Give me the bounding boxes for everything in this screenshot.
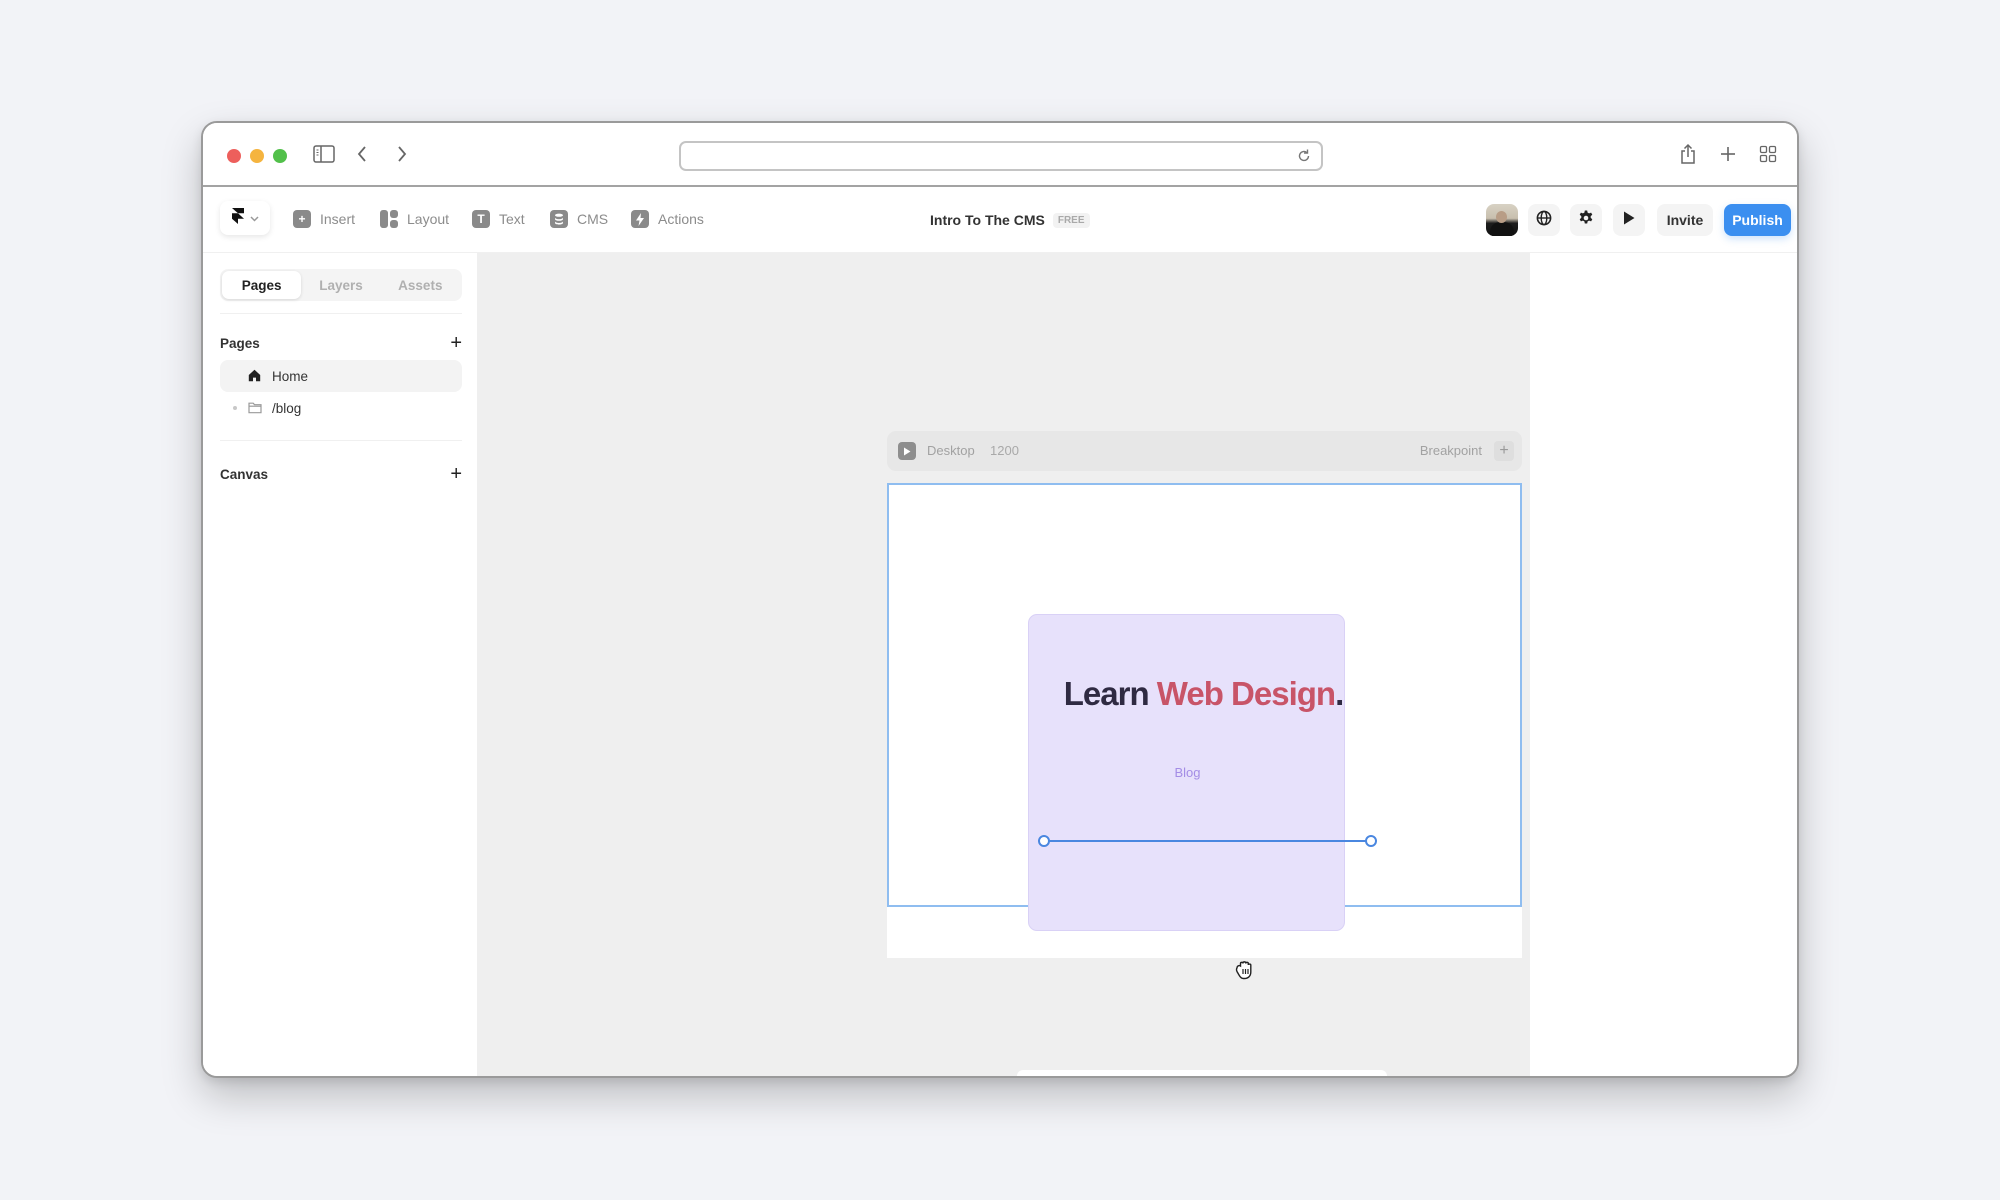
text-label: Text — [499, 211, 525, 227]
tab-assets[interactable]: Assets — [381, 271, 460, 299]
actions-label: Actions — [658, 211, 704, 227]
page-label: /blog — [272, 400, 302, 416]
project-name: Intro To The CMS — [930, 212, 1045, 228]
resize-handle-right[interactable] — [1365, 835, 1377, 847]
database-icon — [550, 210, 568, 228]
framer-logo-icon — [231, 207, 244, 229]
project-title[interactable]: Intro To The CMS FREE — [930, 212, 1090, 228]
layout-label: Layout — [407, 211, 450, 227]
sidebar-toggle-icon[interactable] — [309, 139, 339, 169]
plus-square-icon: + — [293, 210, 311, 228]
add-breakpoint-label[interactable]: Breakpoint — [1420, 443, 1482, 458]
canvas-section-title: Canvas — [220, 466, 269, 482]
preview-button[interactable] — [1613, 204, 1645, 236]
minimize-window-button[interactable] — [250, 149, 264, 163]
left-sidebar: Pages Layers Assets Pages + Home /blog C… — [203, 253, 477, 1076]
hero-headline[interactable]: Learn Web Design. — [1029, 675, 1346, 713]
design-canvas[interactable]: Desktop 1200 Breakpoint + Learn Web Desi… — [477, 253, 1530, 1076]
publish-button[interactable]: Publish — [1724, 204, 1791, 236]
divider — [220, 313, 462, 314]
layout-tool[interactable]: Layout — [380, 207, 449, 231]
blog-link[interactable]: Blog — [1029, 765, 1346, 780]
invite-button[interactable]: Invite — [1657, 204, 1713, 236]
globe-icon — [1536, 210, 1552, 231]
breakpoint-name[interactable]: Desktop — [927, 443, 975, 458]
user-avatar[interactable] — [1486, 204, 1518, 236]
properties-panel — [1530, 253, 1797, 1076]
text-icon: T — [472, 210, 490, 228]
breakpoint-width: 1200 — [990, 443, 1019, 458]
layout-icon — [380, 210, 398, 228]
headline-learn: Learn — [1063, 675, 1150, 712]
preview-breakpoint-icon[interactable] — [898, 442, 916, 460]
browser-titlebar — [203, 123, 1797, 187]
home-icon — [248, 369, 262, 383]
plan-badge: FREE — [1052, 212, 1090, 228]
hero-card[interactable]: Learn Web Design. Blog — [1028, 614, 1345, 931]
add-canvas-icon[interactable]: + — [450, 464, 462, 484]
main-menu-button[interactable] — [220, 201, 270, 235]
tab-layers[interactable]: Layers — [301, 271, 380, 299]
new-tab-icon[interactable] — [1713, 139, 1743, 169]
expand-dot[interactable] — [233, 406, 237, 410]
page-item-blog[interactable]: /blog — [220, 392, 462, 424]
insert-tool[interactable]: + Insert — [293, 207, 355, 231]
resize-handle-left[interactable] — [1038, 835, 1050, 847]
gear-icon — [1578, 210, 1594, 231]
text-tool[interactable]: T Text — [472, 207, 525, 231]
bottom-panel-tab[interactable] — [1017, 1070, 1387, 1076]
avatar-head — [1496, 211, 1507, 223]
cms-label: CMS — [577, 211, 609, 227]
play-icon — [1623, 211, 1635, 230]
browser-window: + Insert Layout T Text CMS Actions Intro… — [201, 121, 1799, 1078]
grab-cursor-icon — [1232, 956, 1258, 982]
selection-guide-line — [1044, 840, 1371, 842]
pages-section-header: Pages + — [220, 333, 462, 353]
bolt-icon — [631, 210, 649, 228]
sidebar-tabs: Pages Layers Assets — [220, 269, 462, 301]
headline-period: . — [1335, 675, 1344, 712]
app-toolbar: + Insert Layout T Text CMS Actions Intro… — [203, 187, 1797, 253]
site-settings-button[interactable] — [1528, 204, 1560, 236]
add-page-icon[interactable]: + — [450, 333, 462, 353]
chevron-down-icon — [249, 209, 259, 227]
actions-tool[interactable]: Actions — [631, 207, 704, 231]
add-breakpoint-button[interactable]: + — [1494, 441, 1514, 461]
url-bar[interactable] — [679, 141, 1323, 171]
folder-icon — [248, 401, 262, 415]
maximize-window-button[interactable] — [273, 149, 287, 163]
chevron-right-icon[interactable] — [387, 139, 417, 169]
canvas-section-header: Canvas + — [220, 464, 462, 484]
page-label: Home — [272, 368, 309, 384]
insert-label: Insert — [320, 211, 356, 227]
settings-button[interactable] — [1570, 204, 1602, 236]
cms-tool[interactable]: CMS — [550, 207, 608, 231]
divider — [220, 440, 462, 441]
pages-section-title: Pages — [220, 335, 260, 351]
share-icon[interactable] — [1673, 139, 1703, 169]
headline-web-design: Web Design — [1156, 675, 1336, 712]
close-window-button[interactable] — [227, 149, 241, 163]
reload-icon[interactable] — [1297, 147, 1313, 165]
chevron-left-icon[interactable] — [347, 139, 377, 169]
avatar-body — [1490, 222, 1514, 236]
tab-pages[interactable]: Pages — [222, 271, 302, 299]
page-item-home[interactable]: Home — [220, 360, 462, 392]
tab-overview-icon[interactable] — [1753, 139, 1783, 169]
breakpoint-bar: Desktop 1200 Breakpoint + — [887, 431, 1522, 471]
